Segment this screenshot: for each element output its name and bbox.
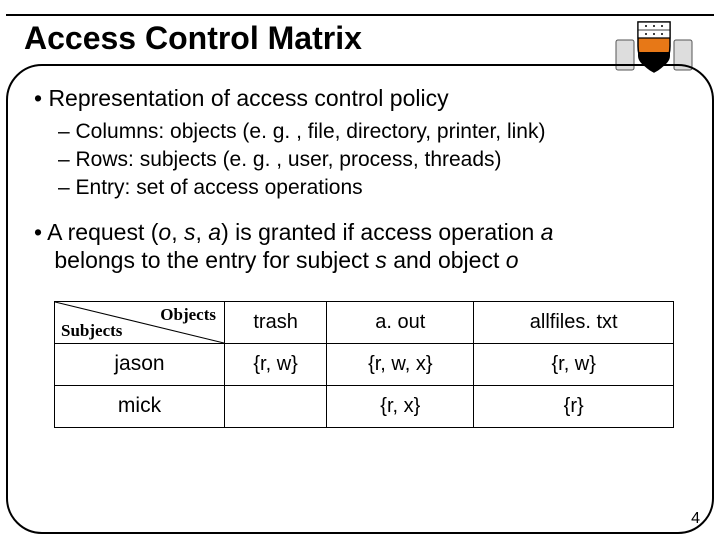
col-header: a. out (327, 302, 474, 344)
cell: {r, w, x} (327, 344, 474, 386)
slide-title: Access Control Matrix (24, 20, 362, 57)
bullet-1: • Representation of access control polic… (34, 84, 686, 113)
row-header: jason (55, 344, 225, 386)
var-a: a (208, 219, 221, 245)
col-header: trash (225, 302, 327, 344)
top-divider (6, 14, 714, 16)
corner-subjects-label: Subjects (61, 320, 122, 341)
row-header: mick (55, 386, 225, 428)
slide-frame: Access Control Matrix • Representation o… (6, 6, 714, 534)
text: , (195, 219, 208, 245)
table-row: mick {r, x} {r} (55, 386, 674, 428)
page-number: 4 (691, 510, 700, 528)
cell: {r, w} (225, 344, 327, 386)
text: and object (387, 247, 506, 273)
table-corner-cell: Objects Subjects (55, 302, 225, 344)
var-o: o (506, 247, 519, 273)
col-header: allfiles. txt (474, 302, 674, 344)
cell: {r, w} (474, 344, 674, 386)
bullet-2: • A request (o, s, a) is granted if acce… (34, 218, 686, 276)
text: belongs to the entry for subject (48, 247, 375, 273)
slide-content: • Representation of access control polic… (34, 84, 686, 524)
text: ) is granted if access operation (221, 219, 541, 245)
bullet-1-sub-2: – Rows: subjects (e. g. , user, process,… (58, 147, 686, 173)
var-a: a (541, 219, 554, 245)
var-s: s (184, 219, 196, 245)
text: • A request ( (34, 219, 158, 245)
table-row: Objects Subjects trash a. out allfiles. … (55, 302, 674, 344)
bullet-1-sub-3: – Entry: set of access operations (58, 175, 686, 201)
cell: {r} (474, 386, 674, 428)
cell (225, 386, 327, 428)
corner-objects-label: Objects (160, 304, 216, 325)
text: , (171, 219, 184, 245)
cell: {r, x} (327, 386, 474, 428)
access-control-matrix-table: Objects Subjects trash a. out allfiles. … (54, 301, 674, 428)
var-o: o (158, 219, 171, 245)
table-row: jason {r, w} {r, w, x} {r, w} (55, 344, 674, 386)
bullet-1-sub-1: – Columns: objects (e. g. , file, direct… (58, 119, 686, 145)
var-s: s (375, 247, 387, 273)
